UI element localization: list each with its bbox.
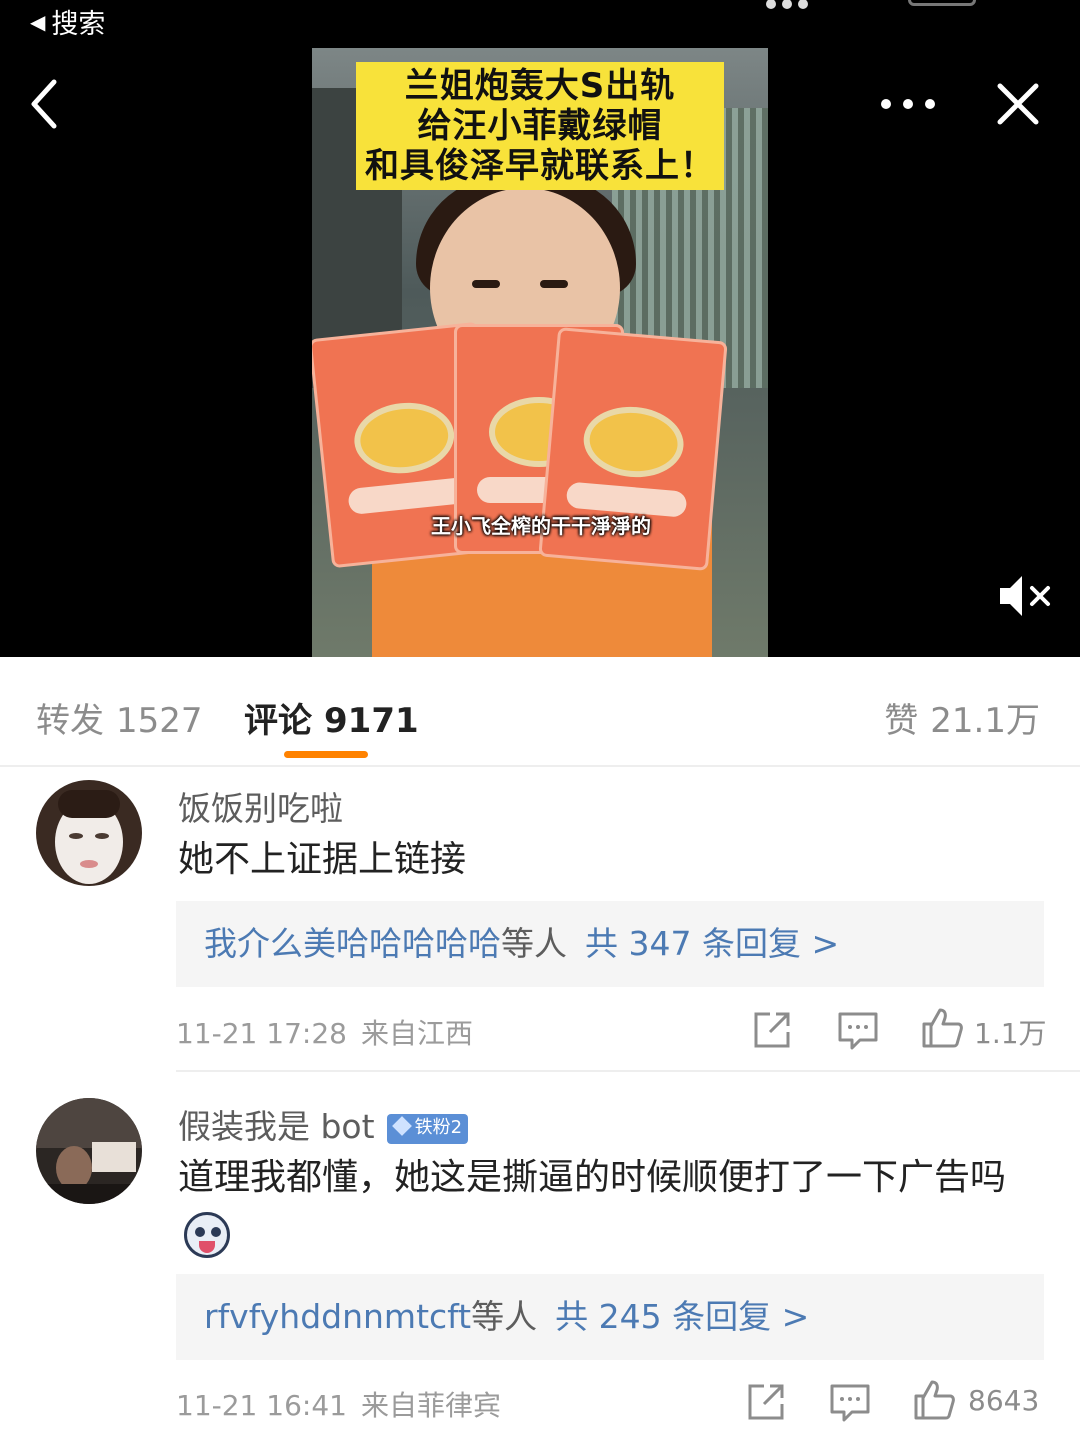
user-avatar-image [36, 1098, 142, 1204]
comment-meta: 11-21 16:41 来自菲律宾 [176, 1384, 501, 1424]
comment-text: 道理我都懂，她这是撕逼的时候顺便打了一下广告吗 [178, 1157, 1007, 1198]
close-icon [997, 83, 1039, 125]
comment-time: 11-21 16:41 [176, 1389, 347, 1422]
reply-button[interactable] [836, 1008, 880, 1052]
comment-text-block: 道理我都懂，她这是撕逼的时候顺便打了一下广告吗 [178, 1150, 1038, 1262]
comment-icon [838, 1012, 878, 1050]
comment-author[interactable]: 饭饭别吃啦 [178, 782, 343, 830]
tab-comments-label: 评论 [244, 701, 312, 741]
comment-meta: 11-21 17:28 来自江西 [176, 1012, 473, 1052]
fan-badge[interactable]: 铁粉2 [386, 1113, 469, 1144]
status-back-label: 搜索 [51, 9, 106, 40]
tab-comments-count: 9171 [324, 701, 419, 741]
like-button[interactable] [920, 1006, 964, 1050]
user-avatar-image [36, 780, 142, 886]
post-tabs: 转发 1527 评论 9171 赞 21.1万 [0, 657, 1080, 767]
video-caption: 兰姐炮轰大S出轨 给汪小菲戴绿帽 和具俊泽早就联系上！ [356, 62, 724, 190]
tab-comments[interactable]: 评论 9171 [244, 693, 419, 742]
comment-author[interactable]: 假装我是 bot [178, 1107, 375, 1146]
more-dots-icon [881, 99, 935, 109]
battery-icon [908, 0, 976, 6]
share-icon [748, 1384, 784, 1420]
avatar[interactable] [36, 780, 142, 886]
close-button[interactable] [990, 74, 1046, 134]
thumbs-up-icon [914, 1380, 955, 1420]
reply-button[interactable] [828, 1380, 872, 1424]
like-button[interactable] [912, 1378, 956, 1422]
back-button[interactable] [24, 72, 84, 136]
like-count[interactable]: 1.1万 [974, 1012, 1047, 1052]
tab-repost-count: 1527 [116, 701, 203, 741]
back-triangle-icon: ◀ [30, 9, 46, 34]
tab-likes-count: 21.1万 [930, 701, 1040, 741]
video-content[interactable]: 兰姐炮轰大S出轨 给汪小菲戴绿帽 和具俊泽早就联系上！ 王小飞全榨的干干淨淨的 [312, 48, 768, 657]
comment-item: 假装我是 bot 铁粉2 道理我都懂，她这是撕逼的时候顺便打了一下广告吗 rfvf… [0, 1086, 1080, 1429]
comment-location: 来自江西 [360, 1017, 473, 1050]
like-count[interactable]: 8643 [968, 1384, 1039, 1417]
reply-names: rfvfyhddnnmtcft [204, 1297, 472, 1336]
thumbs-up-icon [922, 1008, 963, 1048]
caption-line: 给汪小菲戴绿帽 [417, 106, 663, 146]
comment-time: 11-21 17:28 [176, 1017, 347, 1050]
video-subtitle: 王小飞全榨的干干淨淨的 [431, 514, 651, 538]
reply-preview[interactable]: 我介么美哈哈哈哈哈等人共 347 条回复 > [176, 901, 1044, 987]
reply-total: 共 245 条回复 > [555, 1297, 810, 1336]
avatar[interactable] [36, 1098, 142, 1204]
share-button[interactable] [750, 1008, 794, 1052]
video-player: ◀ 搜索 兰姐炮轰大S出轨 给汪小菲戴绿帽 和具俊泽早就联系上！ 王小飞全榨的干… [0, 0, 1080, 657]
reply-etc: 等人 [471, 1297, 538, 1336]
comment-author-row: 假装我是 bot 铁粉2 [178, 1100, 469, 1148]
comment-icon [830, 1384, 870, 1422]
comment-item: 饭饭别吃啦 她不上证据上链接 我介么美哈哈哈哈哈等人共 347 条回复 > 11… [0, 768, 1080, 1072]
mute-toggle-button[interactable] [994, 570, 1058, 622]
caption-line: 兰姐炮轰大S出轨 [404, 66, 676, 106]
tab-repost-label: 转发 [36, 701, 104, 741]
reply-total: 共 347 条回复 > [585, 924, 840, 963]
chevron-left-icon [31, 79, 57, 129]
diamond-icon [391, 1115, 412, 1136]
volume-muted-icon [1000, 576, 1050, 616]
signal-icon [766, 0, 826, 9]
reply-preview[interactable]: rfvfyhddnnmtcft等人共 245 条回复 > [176, 1274, 1044, 1360]
reply-names: 我介么美哈哈哈哈哈 [204, 924, 501, 963]
fan-badge-label: 铁粉2 [414, 1116, 463, 1138]
comment-divider [176, 1070, 1080, 1072]
caption-line: 和具俊泽早就联系上！ [365, 146, 715, 186]
active-tab-indicator [284, 751, 368, 758]
funny-face-emoji-icon [184, 1212, 230, 1258]
share-icon [754, 1012, 790, 1048]
tab-repost[interactable]: 转发 1527 [36, 693, 203, 742]
comment-location: 来自菲律宾 [360, 1389, 501, 1422]
tab-likes[interactable]: 赞 21.1万 [884, 693, 1040, 742]
more-options-button[interactable] [872, 80, 944, 128]
comment-text: 她不上证据上链接 [178, 839, 467, 880]
share-button[interactable] [744, 1380, 788, 1424]
reply-etc: 等人 [501, 924, 567, 963]
status-back-to-app[interactable]: ◀ 搜索 [30, 2, 105, 41]
tab-likes-label: 赞 [884, 701, 919, 741]
